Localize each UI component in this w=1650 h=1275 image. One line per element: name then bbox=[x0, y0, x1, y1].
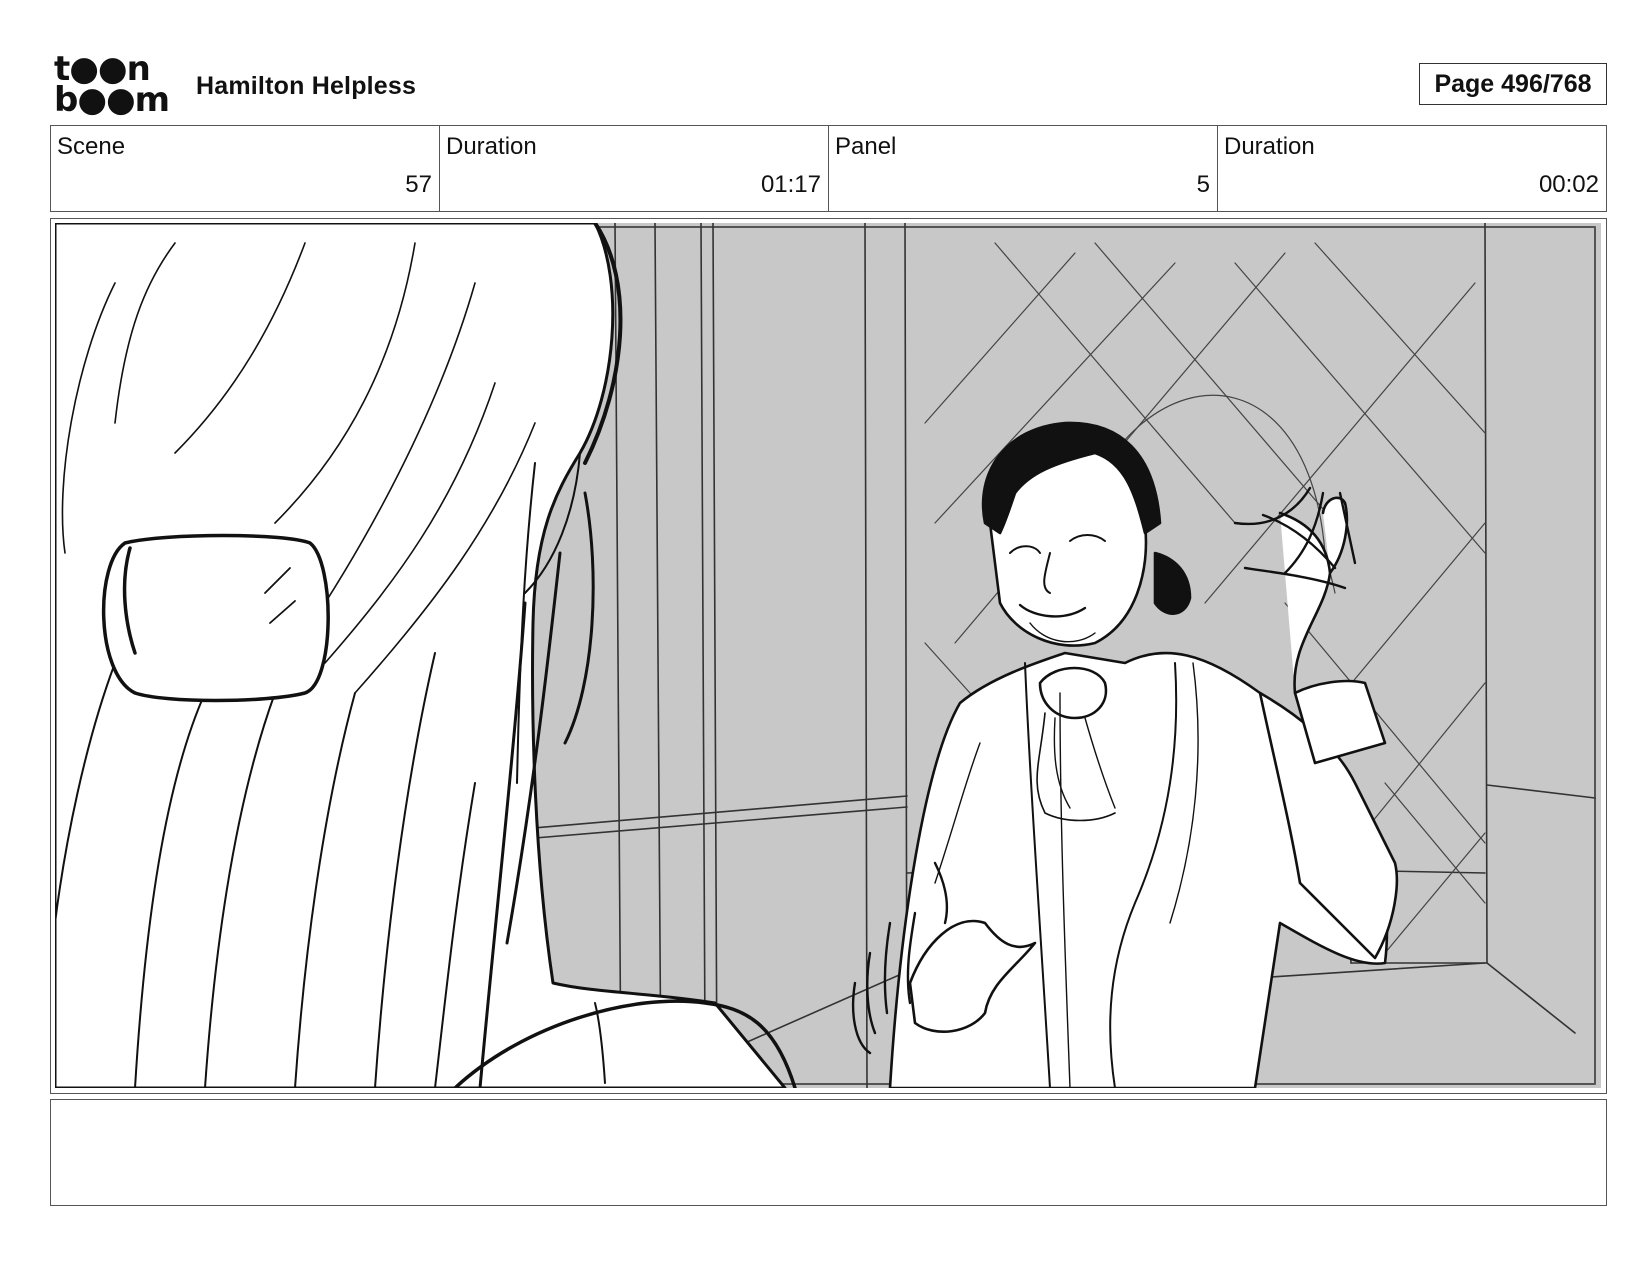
info-table: Scene 57 Duration 01:17 Panel 5 Duration… bbox=[50, 125, 1607, 212]
scene-value: 57 bbox=[405, 171, 432, 198]
panel-sketch bbox=[55, 223, 1601, 1088]
info-cell-scene-duration: Duration 01:17 bbox=[440, 126, 829, 211]
panel-value: 5 bbox=[1196, 171, 1210, 198]
project-title: Hamilton Helpless bbox=[196, 72, 417, 100]
panel-duration-value: 00:02 bbox=[1538, 171, 1599, 198]
scene-duration-value: 01:17 bbox=[760, 171, 821, 198]
storyboard-panel bbox=[50, 218, 1607, 1094]
notes-area bbox=[50, 1099, 1607, 1206]
scene-label: Scene bbox=[57, 133, 126, 160]
scene-duration-label: Duration bbox=[446, 133, 537, 160]
info-cell-panel-duration: Duration 00:02 bbox=[1218, 126, 1606, 211]
page-indicator: Page 496/768 bbox=[1419, 63, 1607, 105]
info-cell-panel: Panel 5 bbox=[829, 126, 1218, 211]
hair-clip bbox=[101, 533, 330, 703]
logo-line-bottom: b●●m bbox=[54, 80, 170, 120]
panel-label: Panel bbox=[835, 133, 897, 160]
toon-boom-logo: t●●n b●●m bbox=[54, 52, 170, 120]
panel-duration-label: Duration bbox=[1224, 133, 1315, 160]
info-cell-scene: Scene 57 bbox=[51, 126, 440, 211]
